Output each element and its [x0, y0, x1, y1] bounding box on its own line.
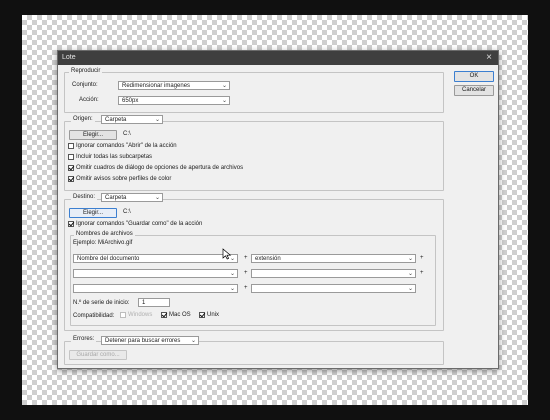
naming-field-2-1[interactable]: ⌄ [73, 269, 238, 278]
naming-field-1-1[interactable]: Nombre del documento ⌄ [73, 254, 238, 263]
checkbox[interactable] [68, 165, 74, 171]
compat-unix[interactable]: Unix [199, 312, 219, 320]
plus-sign: + [420, 255, 424, 261]
close-icon[interactable]: × [486, 52, 492, 63]
naming-example: Ejemplo: MiArchivo.gif [73, 240, 133, 246]
play-legend: Reproducir [69, 68, 103, 74]
play-group [64, 72, 444, 113]
source-label: Origen: [71, 116, 95, 122]
source-select[interactable]: Carpeta ⌄ [101, 115, 163, 124]
option-label: Ignorar comandos "Guardar como" de la ac… [76, 221, 203, 227]
compat-option-label: Windows [128, 312, 153, 318]
compat-option-label: Unix [207, 312, 220, 318]
option-label: Omitir avisos sobre perfiles de color [76, 176, 172, 182]
chevron-down-icon: ⌄ [190, 338, 196, 344]
serial-label: N.º de serie de inicio: [73, 300, 130, 306]
checkbox[interactable] [68, 154, 74, 160]
chevron-down-icon: ⌄ [407, 256, 413, 262]
checkbox[interactable] [120, 312, 126, 318]
cancel-button[interactable]: Cancelar [454, 85, 494, 96]
chevron-down-icon: ⌄ [154, 117, 160, 123]
set-label: Conjunto: [72, 82, 98, 88]
chevron-down-icon: ⌄ [229, 286, 235, 292]
destination-choose-button[interactable]: Elegir... [69, 208, 117, 218]
chevron-down-icon: ⌄ [407, 271, 413, 277]
plus-sign: + [244, 285, 248, 291]
source-choose-button[interactable]: Elegir... [69, 130, 117, 140]
ok-button[interactable]: OK [454, 71, 494, 82]
checkbox[interactable] [68, 221, 74, 227]
chevron-down-icon: ⌄ [154, 195, 160, 201]
compat-windows[interactable]: Windows [120, 312, 152, 320]
option-label: Omitir cuadros de diálogo de opciones de… [76, 165, 244, 171]
naming-value: Nombre del documento [77, 256, 140, 262]
source-option-suppress-color-warnings[interactable]: Omitir avisos sobre perfiles de color [68, 176, 171, 184]
save-as-button: Guardar como... [69, 350, 127, 360]
destination-value: Carpeta [105, 195, 127, 201]
chevron-down-icon: ⌄ [221, 98, 227, 104]
option-label: Ignorar comandos "Abrir" de la acción [76, 143, 177, 149]
set-value: Redimensionar imagenes [122, 83, 191, 89]
errors-label: Errores: [71, 336, 97, 342]
naming-field-1-2[interactable]: extensión ⌄ [251, 254, 416, 263]
file-naming-legend: Nombres de archivos [74, 231, 135, 237]
destination-option-override-save[interactable]: Ignorar comandos "Guardar como" de la ac… [68, 221, 202, 229]
checkbox[interactable] [199, 312, 205, 318]
compat-macos[interactable]: Mac OS [161, 312, 191, 320]
plus-sign: + [420, 270, 424, 276]
option-label: Incluir todas las subcarpetas [76, 154, 153, 160]
errors-value: Detener para buscar errores [105, 338, 181, 344]
source-option-include-subfolders[interactable]: Incluir todas las subcarpetas [68, 154, 152, 162]
checkbox[interactable] [161, 312, 167, 318]
naming-field-3-2[interactable]: ⌄ [251, 284, 416, 293]
chevron-down-icon: ⌄ [221, 83, 227, 89]
serial-input[interactable]: 1 [138, 298, 170, 307]
mouse-pointer-icon [222, 248, 232, 260]
naming-field-2-2[interactable]: ⌄ [251, 269, 416, 278]
destination-label: Destino: [71, 194, 98, 200]
title-bar: Lote × [58, 51, 498, 65]
dialog-title: Lote [62, 54, 76, 61]
destination-select[interactable]: Carpeta ⌄ [101, 193, 163, 202]
source-path: C:\ [123, 131, 131, 137]
checkbox[interactable] [68, 176, 74, 182]
batch-dialog: Lote × OK Cancelar Reproducir Conjunto: … [57, 50, 499, 369]
plus-sign: + [244, 270, 248, 276]
chevron-down-icon: ⌄ [407, 286, 413, 292]
checkbox[interactable] [68, 143, 74, 149]
source-option-suppress-open-dialogs[interactable]: Omitir cuadros de diálogo de opciones de… [68, 165, 243, 173]
set-select[interactable]: Redimensionar imagenes ⌄ [118, 81, 230, 90]
errors-select[interactable]: Detener para buscar errores ⌄ [101, 336, 199, 345]
source-value: Carpeta [105, 117, 127, 123]
plus-sign: + [244, 255, 248, 261]
destination-path: C:\ [123, 209, 131, 215]
source-option-ignore-open[interactable]: Ignorar comandos "Abrir" de la acción [68, 143, 177, 151]
action-select[interactable]: 650px ⌄ [118, 96, 230, 105]
naming-value: extensión [255, 256, 281, 262]
compat-label: Compatibilidad: [73, 313, 115, 319]
chevron-down-icon: ⌄ [229, 271, 235, 277]
naming-field-3-1[interactable]: ⌄ [73, 284, 238, 293]
compat-option-label: Mac OS [169, 312, 191, 318]
action-value: 650px [122, 98, 139, 104]
action-label: Acción: [79, 97, 99, 103]
